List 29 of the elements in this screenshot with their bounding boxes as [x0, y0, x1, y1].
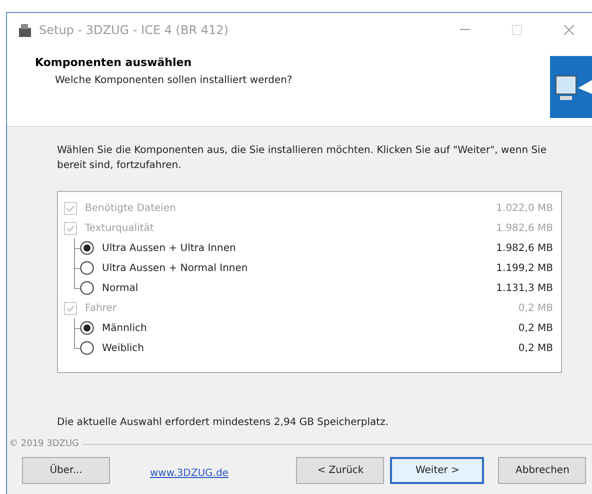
- component-label: Benötigte Dateien: [85, 202, 177, 214]
- component-size: 1.982,6 MB: [496, 222, 553, 234]
- component-label: Weiblich: [102, 342, 145, 354]
- component-label: Texturqualität: [85, 222, 155, 234]
- disk-requirement-text: Die aktuelle Auswahl erfordert mindestens 2,94 GB Speicherplatz.: [57, 417, 390, 428]
- next-button[interactable]: Weiter >: [390, 457, 484, 484]
- component-label: Männlich: [102, 322, 148, 334]
- component-size: 1.131,3 MB: [496, 282, 553, 294]
- instruction-text: Wählen Sie die Komponenten aus, die Sie installieren möchten. Klicken Sie auf "Weiter", wenn Sie bereit sind, fortzufahren.: [57, 144, 548, 173]
- component-label: Ultra Aussen + Ultra Innen: [102, 242, 237, 254]
- page-subtitle: Welche Komponenten sollen installiert werden?: [54, 75, 294, 86]
- cancel-button[interactable]: Abbrechen: [498, 457, 586, 484]
- component-size: 0,2 MB: [518, 322, 553, 334]
- window-title: Setup - 3DZUG - ICE 4 (BR 412): [39, 22, 230, 36]
- component-size: 1.982,6 MB: [496, 242, 553, 254]
- installer-icon: [17, 22, 33, 38]
- component-label: Normal: [102, 282, 140, 294]
- page-title: Komponenten auswählen: [35, 56, 193, 69]
- close-icon[interactable]: [564, 24, 574, 34]
- component-label: Fahrer: [85, 302, 118, 314]
- component-size: 1.199,2 MB: [496, 262, 553, 274]
- component-size: 1.022,0 MB: [496, 202, 553, 214]
- back-button[interactable]: < Zurück: [296, 457, 384, 484]
- component-label: Ultra Aussen + Normal Innen: [102, 262, 249, 274]
- website-link[interactable]: www.3DZUG.de: [150, 468, 228, 479]
- component-size: 0,2 MB: [518, 302, 553, 314]
- about-button[interactable]: Über...: [22, 457, 110, 484]
- copyright-text: © 2019 3DZUG: [9, 439, 80, 449]
- component-size: 0,2 MB: [518, 342, 553, 354]
